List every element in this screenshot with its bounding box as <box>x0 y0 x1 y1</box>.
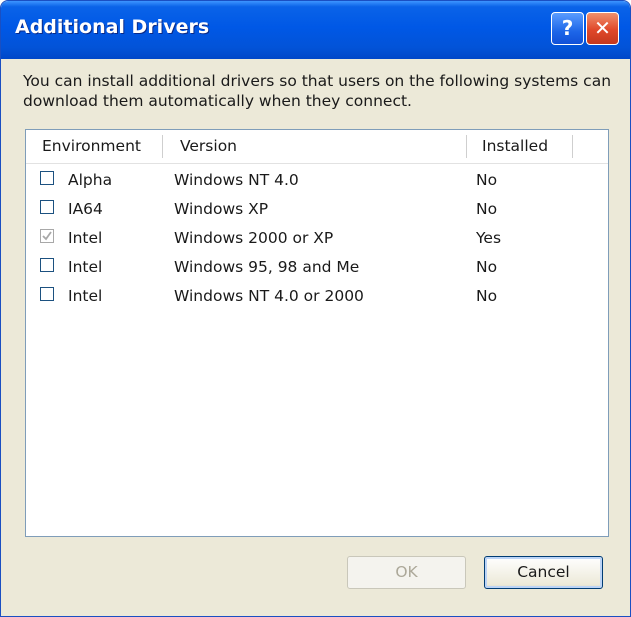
list-header: Environment Version Installed <box>26 130 608 164</box>
column-header-environment[interactable]: Environment <box>42 130 141 163</box>
cell-version: Windows 2000 or XP <box>174 229 334 247</box>
cell-environment: Intel <box>68 229 103 247</box>
row-checkbox[interactable] <box>40 287 54 301</box>
column-header-version[interactable]: Version <box>180 130 237 163</box>
additional-drivers-dialog: Additional Drivers ? ✕ You can install a… <box>0 0 631 617</box>
row-checkbox[interactable] <box>40 258 54 272</box>
row-checkbox[interactable] <box>40 200 54 214</box>
row-checkbox[interactable] <box>40 171 54 185</box>
column-header-installed[interactable]: Installed <box>482 130 548 163</box>
cell-installed: Yes <box>476 229 502 247</box>
cell-version: Windows NT 4.0 <box>174 171 299 189</box>
close-button[interactable]: ✕ <box>586 12 619 45</box>
title-bar[interactable]: Additional Drivers ? ✕ <box>1 1 630 59</box>
cell-environment: Intel <box>68 287 103 305</box>
cancel-button[interactable]: Cancel <box>484 556 603 589</box>
list-item[interactable]: Intel Windows 2000 or XP Yes <box>26 224 608 253</box>
column-separator[interactable] <box>162 135 163 158</box>
column-separator[interactable] <box>466 135 467 158</box>
row-checkbox <box>40 229 54 243</box>
cell-environment: Intel <box>68 258 103 276</box>
list-item[interactable]: Alpha Windows NT 4.0 No <box>26 166 608 195</box>
cell-version: Windows NT 4.0 or 2000 <box>174 287 364 305</box>
list-item[interactable]: IA64 Windows XP No <box>26 195 608 224</box>
cell-installed: No <box>476 287 498 305</box>
ok-button[interactable]: OK <box>347 556 466 589</box>
help-button[interactable]: ? <box>551 12 584 45</box>
column-separator[interactable] <box>572 135 573 158</box>
cell-installed: No <box>476 258 498 276</box>
checkmark-icon <box>42 231 52 241</box>
cell-environment: Alpha <box>68 171 113 189</box>
list-item[interactable]: Intel Windows 95, 98 and Me No <box>26 253 608 282</box>
cell-version: Windows XP <box>174 200 269 218</box>
description-text: You can install additional drivers so th… <box>23 72 612 110</box>
drivers-list[interactable]: Environment Version Installed Alpha Windo… <box>25 129 609 537</box>
list-item[interactable]: Intel Windows NT 4.0 or 2000 No <box>26 282 608 311</box>
dialog-body: You can install additional drivers so th… <box>5 59 626 612</box>
cell-environment: IA64 <box>68 200 103 218</box>
cell-installed: No <box>476 171 498 189</box>
cell-installed: No <box>476 200 498 218</box>
cell-version: Windows 95, 98 and Me <box>174 258 360 276</box>
window-title: Additional Drivers <box>15 16 210 38</box>
